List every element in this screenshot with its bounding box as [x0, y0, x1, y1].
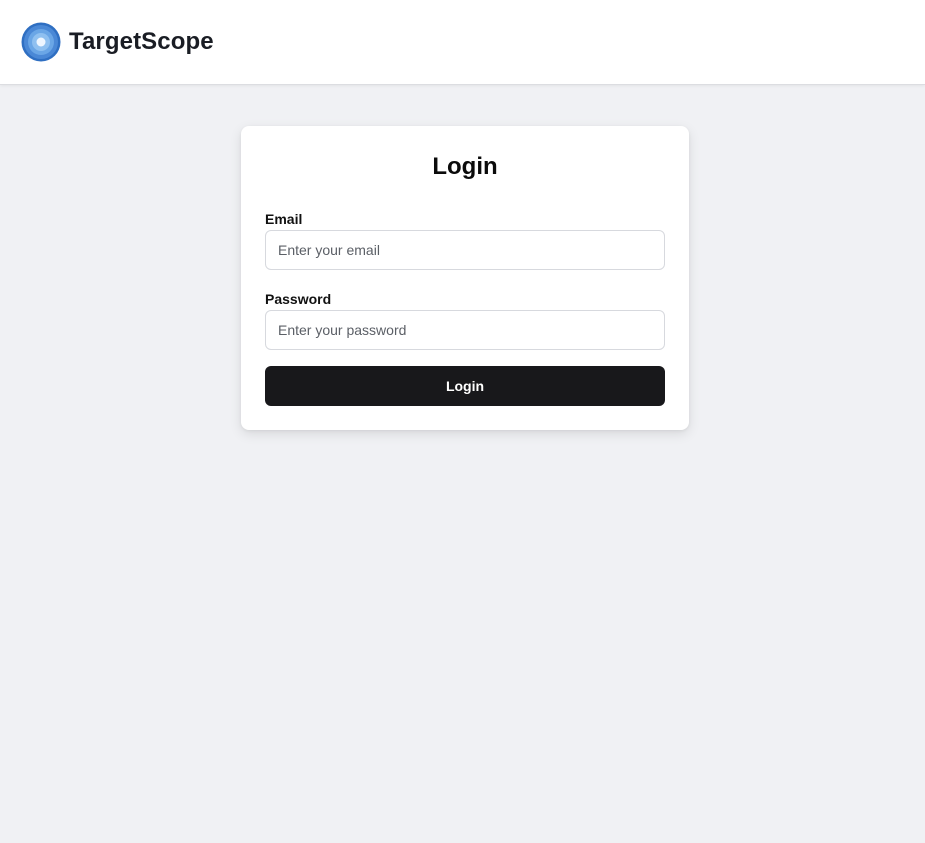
- login-card: Login Email Password Login: [241, 126, 689, 430]
- email-label: Email: [265, 211, 303, 227]
- brand[interactable]: TargetScope: [21, 22, 214, 62]
- email-input[interactable]: [265, 230, 665, 270]
- password-input[interactable]: [265, 310, 665, 350]
- login-button[interactable]: Login: [265, 366, 665, 406]
- top-header: TargetScope: [0, 0, 925, 85]
- target-icon: [21, 22, 61, 62]
- brand-name: TargetScope: [69, 28, 214, 55]
- login-title: Login: [432, 153, 498, 180]
- password-label: Password: [265, 291, 332, 307]
